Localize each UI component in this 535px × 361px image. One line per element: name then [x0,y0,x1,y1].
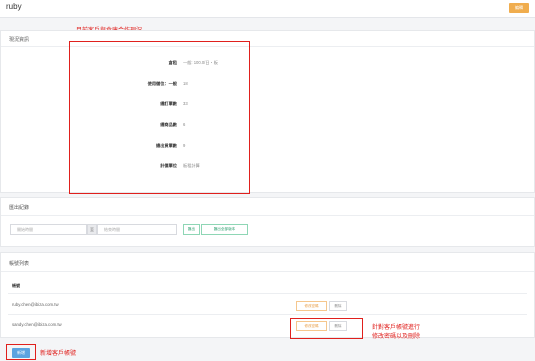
info-label: 總訂單數 [160,101,177,106]
accounts-panel-title: 帳號列表 [9,261,30,267]
annotation-add-note: 新增客戶帳號 [40,351,77,357]
page-title: ruby [6,2,22,11]
divider [8,293,527,294]
info-value: 9 [183,143,186,148]
info-value: 6 [183,122,186,127]
column-header-account: 帳號 [12,283,20,288]
info-value: 一般: 100.0/日・板 [183,60,218,65]
status-panel-title: 現況資訊 [9,37,30,43]
accounts-panel: 帳號列表 [0,252,535,338]
info-value: 18 [183,81,188,86]
export-all-button[interactable]: 匯出全部版本 [201,224,248,235]
account-email: sandy.chen@ibiza.com.tw [12,322,62,327]
change-password-button[interactable]: 修改密碼 [296,301,327,311]
annotation-box-add [6,344,36,360]
end-date-input[interactable]: 結束時間 [97,224,177,235]
start-date-input[interactable]: 開始時間 [10,224,87,235]
annotation-account-note-2: 修改密碼以及刪除 [372,334,421,340]
export-panel: 匯出紀錄 [0,197,535,247]
annotation-box-info [69,41,250,194]
annotation-account-note-1: 針對客戶帳號進行 [372,325,421,331]
annotation-box-account-actions [290,318,363,339]
divider [1,271,534,272]
info-label: 總出貨單數 [156,143,177,148]
divider [1,215,534,216]
account-email: ruby.chen@ibiza.com.tw [12,302,59,307]
date-range-separator: 至 [87,224,97,235]
divider [8,314,527,315]
export-panel-title: 匯出紀錄 [9,205,30,211]
info-label: 倉租 [168,60,177,65]
info-value: 33 [183,101,188,106]
delete-button[interactable]: 刪除 [329,301,347,311]
top-bar: ruby 編輯 [0,0,535,18]
info-value: 板租計算 [183,163,200,168]
info-label: 總商品數 [160,122,177,127]
edit-button[interactable]: 編輯 [509,3,529,13]
info-label: 計價單位 [160,163,177,168]
export-button[interactable]: 匯出 [183,224,200,235]
info-label: 使用儲位：一般 [147,81,177,86]
